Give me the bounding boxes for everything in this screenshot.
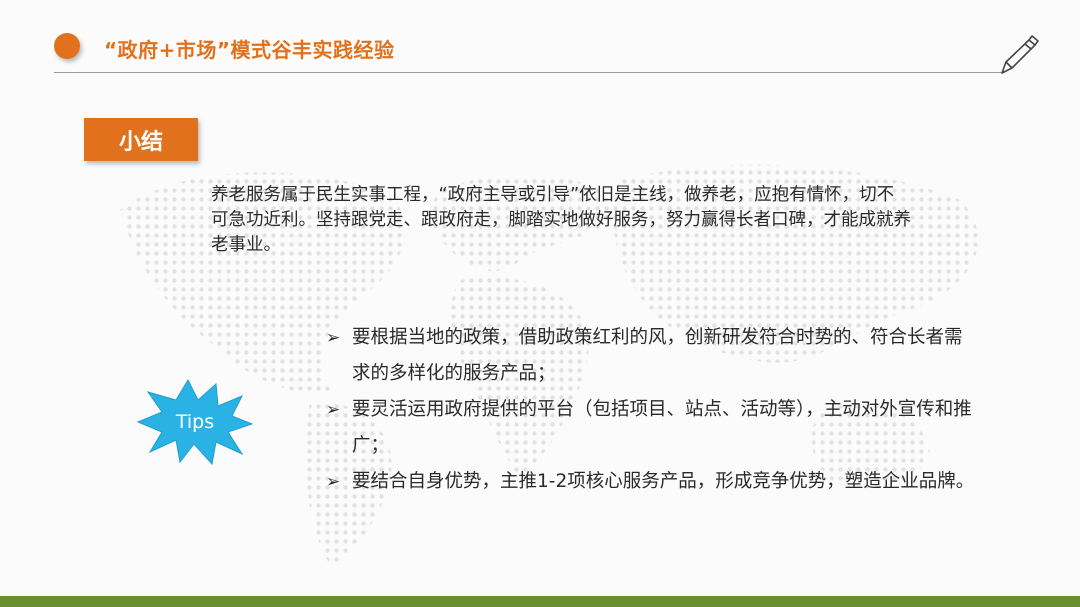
bullet-text: 要根据当地的政策，借助政策红利的风，创新研发符合时势的、符合长者需求的多样化的服… — [352, 327, 963, 384]
footer-bar — [0, 596, 1080, 607]
arrow-bullet-icon: ➢ — [326, 400, 341, 420]
list-item: ➢ 要根据当地的政策，借助政策红利的风，创新研发符合时势的、符合长者需求的多样化… — [326, 320, 976, 392]
bullet-text: 要灵活运用政府提供的平台（包括项目、站点、活动等），主动对外宣传和推广； — [352, 399, 972, 456]
page-title: “政府+市场”模式谷丰实践经验 — [104, 38, 395, 62]
arrow-bullet-icon: ➢ — [326, 328, 341, 348]
header-divider — [54, 72, 1002, 73]
pen-icon — [1001, 35, 1039, 74]
header-dot-icon — [54, 33, 80, 59]
list-item: ➢ 要灵活运用政府提供的平台（包括项目、站点、活动等），主动对外宣传和推广； — [326, 392, 976, 464]
summary-paragraph: 养老服务属于民生实事工程，“政府主导或引导”依旧是主线，做养老，应抱有情怀，切不… — [211, 185, 911, 255]
bullet-list: ➢ 要根据当地的政策，借助政策红利的风，创新研发符合时势的、符合长者需求的多样化… — [326, 320, 976, 500]
section-label: 小结 — [84, 118, 198, 161]
arrow-bullet-icon: ➢ — [326, 472, 341, 492]
bullet-text: 要结合自身优势，主推1-2项核心服务产品，形成竞争优势，塑造企业品牌。 — [352, 471, 975, 492]
tips-label: Tips — [175, 411, 215, 433]
list-item: ➢ 要结合自身优势，主推1-2项核心服务产品，形成竞争优势，塑造企业品牌。 — [326, 464, 976, 500]
